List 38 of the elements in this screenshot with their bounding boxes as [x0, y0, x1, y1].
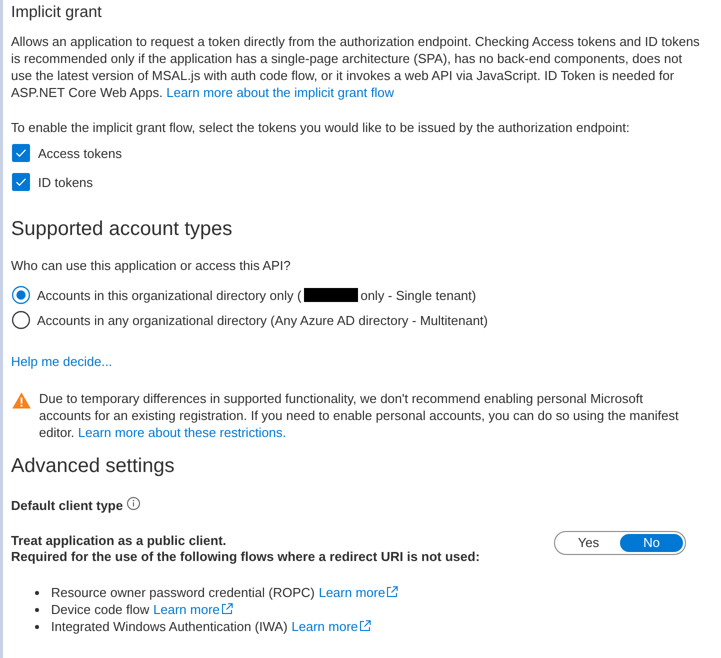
radio-label: only - Single tenant): [360, 286, 476, 304]
checkbox-label: Access tokens: [38, 144, 122, 162]
external-link-icon: [220, 603, 233, 615]
info-icon[interactable]: [126, 496, 140, 510]
flow-text: Integrated Windows Authentication (IWA): [51, 618, 288, 635]
radio-label: Accounts in any organizational directory (Any Azure AD directory - Multitenant): [37, 312, 488, 328]
yes-no-toggle[interactable]: Yes No: [554, 531, 686, 555]
learn-more-link[interactable]: Learn more about these restrictions.: [78, 425, 286, 440]
radio-button[interactable]: [12, 311, 30, 329]
external-link-icon: [359, 620, 372, 632]
question-text: Who can use this application or access this API?: [11, 257, 292, 274]
section-heading: Supported account types: [11, 217, 234, 242]
warning-icon: [12, 392, 31, 409]
field-label: Default client type: [11, 497, 123, 514]
learn-more-link[interactable]: Learn more: [292, 618, 372, 635]
learn-more-link[interactable]: Learn more about the implicit grant flow: [166, 85, 394, 100]
radio-label: Accounts in this organizational directory only (: [37, 286, 302, 304]
learn-more-link[interactable]: Learn more: [153, 601, 233, 618]
radio-button[interactable]: [12, 286, 30, 304]
description-text: Allows an application to request a token directly from the authorization endpoint. Checking Access tokens and ID tokens is recommended only if the application has a single-page architecture (SPA), has no back-end components, does not use the latest version of MSAL.js with auth code flow, or it invokes a web API via JavaScript. ID Token is needed for ASP.NET Core Web Apps. Learn more about the implicit grant flow: [11, 33, 701, 101]
learn-more-link[interactable]: Learn more: [318, 584, 398, 601]
bullet-icon: [35, 590, 39, 594]
section-heading: Implicit grant: [11, 3, 103, 23]
checkbox[interactable]: [12, 173, 30, 191]
field-description: Required for the use of the following flows where a redirect URI is not used:: [11, 549, 480, 565]
flow-text: Resource owner password credential (ROPC): [51, 584, 315, 601]
instruction-text: To enable the implicit grant flow, select the tokens you would like to be issued by the authorization endpoint:: [11, 119, 631, 136]
warning-text: Due to temporary differences in supported functionality, we don't recommend enabling personal Microsoft accounts for an existing registration. If you need to enable personal accounts, you can do so using the manifest editor. Learn more about these restrictions.: [39, 390, 680, 441]
field-label: Treat application as a public client.: [11, 533, 228, 549]
external-link-icon: [386, 586, 398, 598]
help-link[interactable]: Help me decide...: [11, 353, 112, 370]
section-heading: Advanced settings: [11, 454, 176, 479]
checkbox-label: ID tokens: [38, 174, 93, 190]
checkbox[interactable]: [12, 144, 30, 162]
flow-text: Device code flow: [51, 601, 150, 618]
bullet-icon: [35, 608, 39, 612]
toggle-option[interactable]: No: [620, 534, 683, 552]
bullet-icon: [35, 624, 39, 628]
